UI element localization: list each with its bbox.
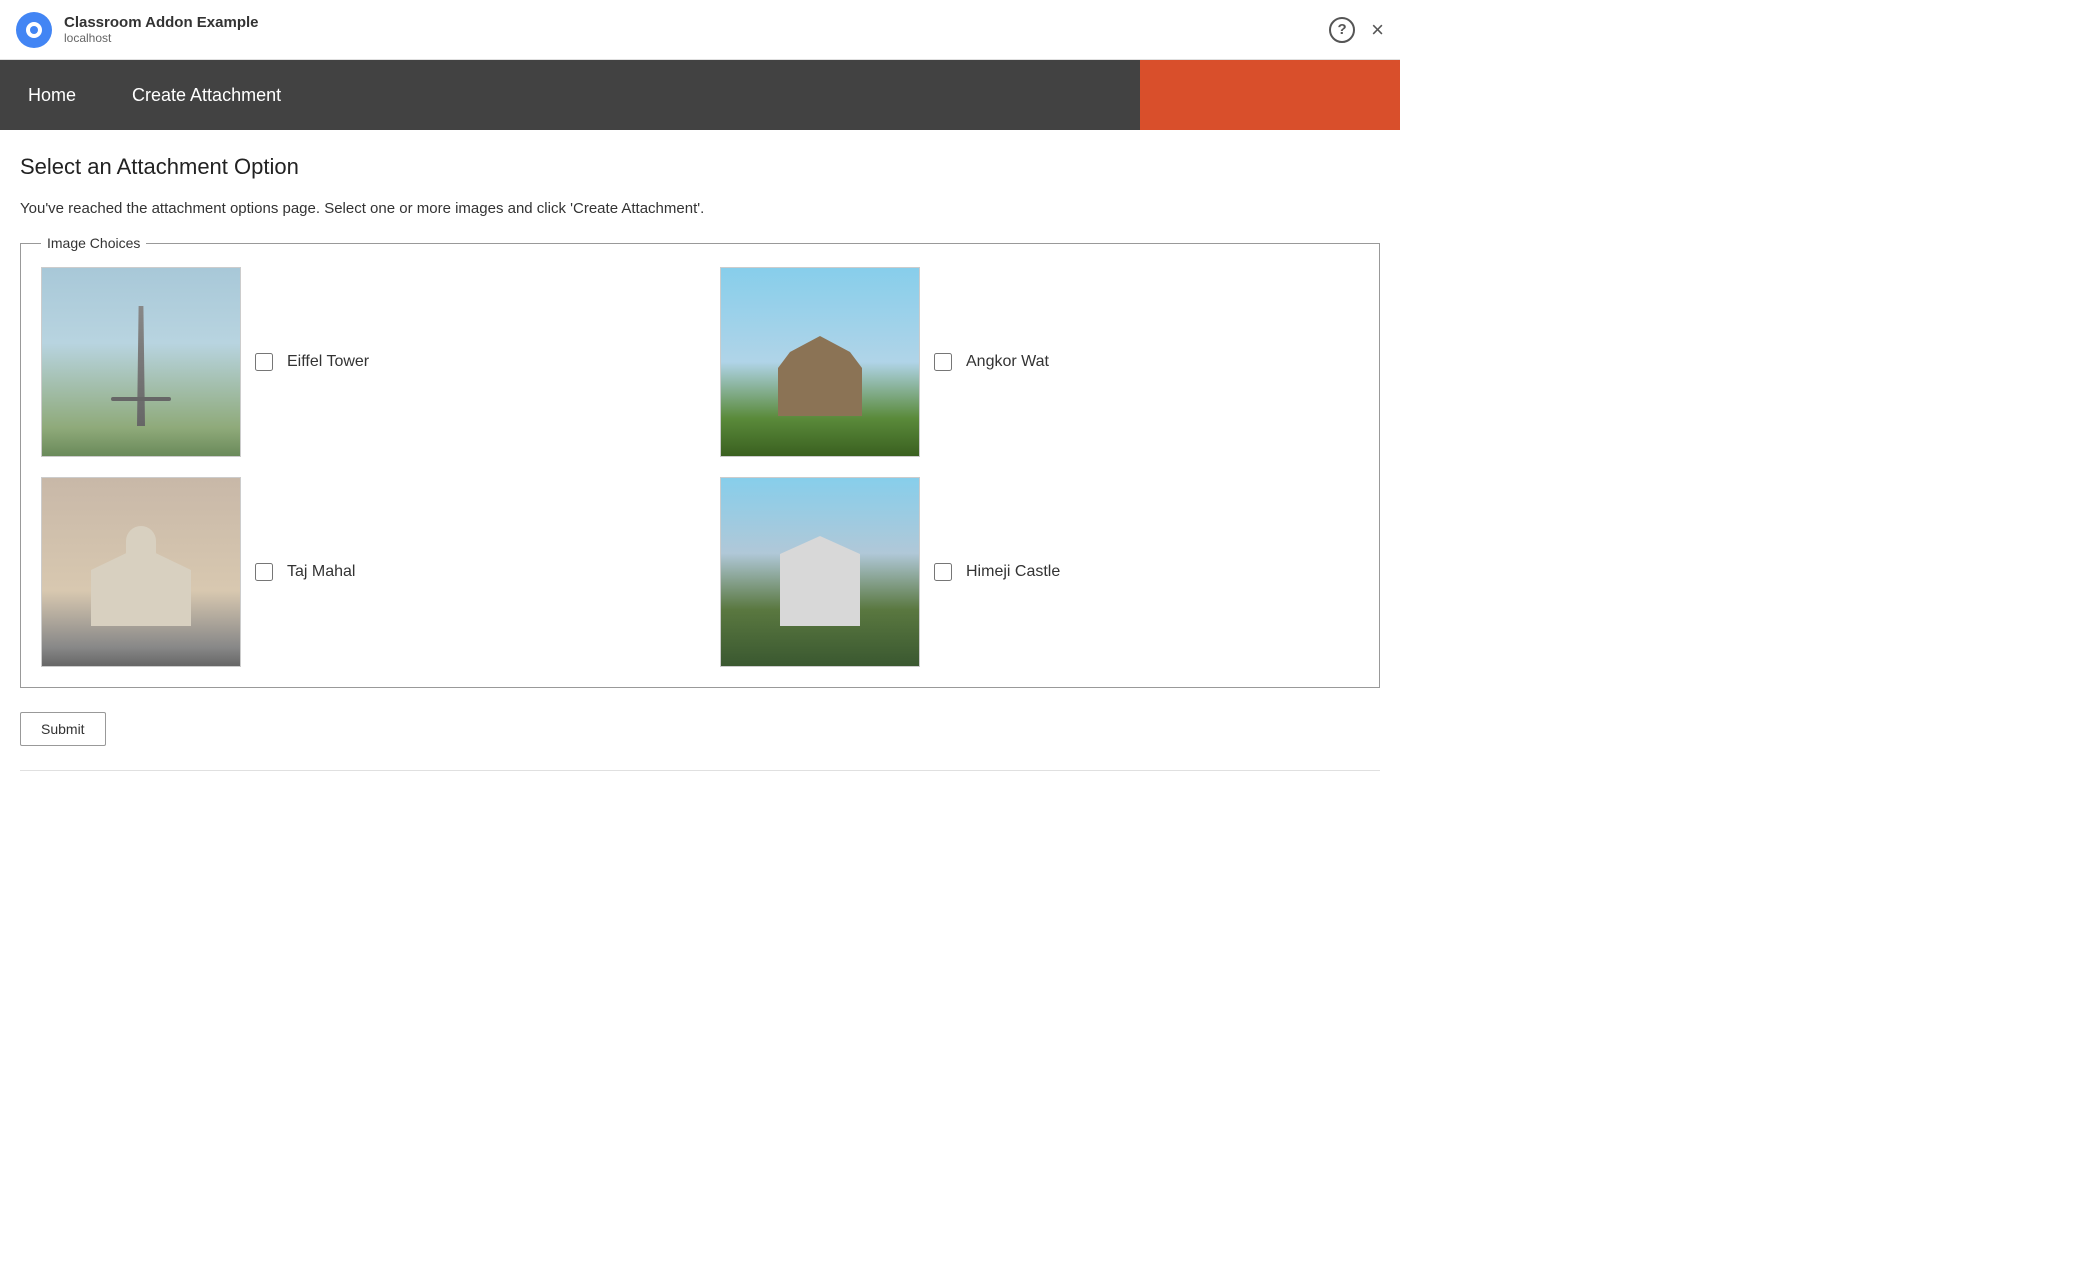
label-taj: Taj Mahal: [287, 563, 355, 581]
page-description: You've reached the attachment options pa…: [20, 200, 1380, 217]
checkbox-eiffel[interactable]: [255, 353, 273, 371]
app-url: localhost: [64, 31, 259, 45]
checkbox-angkor[interactable]: [934, 353, 952, 371]
title-bar-left: Classroom Addon Example localhost: [16, 12, 259, 48]
title-bar-right: ? ×: [1329, 17, 1384, 43]
image-eiffel: [41, 267, 241, 457]
image-choices-legend: Image Choices: [41, 235, 146, 251]
nav-item-home[interactable]: Home: [0, 60, 104, 130]
nav-accent: [1140, 60, 1400, 130]
submit-button[interactable]: Submit: [20, 712, 106, 746]
label-eiffel: Eiffel Tower: [287, 353, 369, 371]
label-himeji: Himeji Castle: [966, 563, 1060, 581]
image-choices-fieldset: Image Choices Eiffel Tower Angkor Wat Ta…: [20, 235, 1380, 688]
image-option-angkor: Angkor Wat: [720, 267, 1359, 457]
help-button[interactable]: ?: [1329, 17, 1355, 43]
image-option-himeji: Himeji Castle: [720, 477, 1359, 667]
checkbox-taj[interactable]: [255, 563, 273, 581]
image-taj: [41, 477, 241, 667]
nav-item-create-attachment[interactable]: Create Attachment: [104, 60, 309, 130]
image-himeji: [720, 477, 920, 667]
image-option-taj: Taj Mahal: [41, 477, 680, 667]
images-grid: Eiffel Tower Angkor Wat Taj Mahal Himeji…: [41, 267, 1359, 667]
page-title: Select an Attachment Option: [20, 154, 1380, 180]
title-bar: Classroom Addon Example localhost ? ×: [0, 0, 1400, 60]
title-info: Classroom Addon Example localhost: [64, 14, 259, 45]
bottom-divider: [20, 770, 1380, 771]
nav-bar: Home Create Attachment: [0, 60, 1400, 130]
label-angkor: Angkor Wat: [966, 353, 1049, 371]
app-title: Classroom Addon Example: [64, 14, 259, 31]
main-content: Select an Attachment Option You've reach…: [0, 130, 1400, 795]
checkbox-himeji[interactable]: [934, 563, 952, 581]
close-button[interactable]: ×: [1371, 19, 1384, 41]
image-angkor: [720, 267, 920, 457]
app-icon: [16, 12, 52, 48]
image-option-eiffel: Eiffel Tower: [41, 267, 680, 457]
